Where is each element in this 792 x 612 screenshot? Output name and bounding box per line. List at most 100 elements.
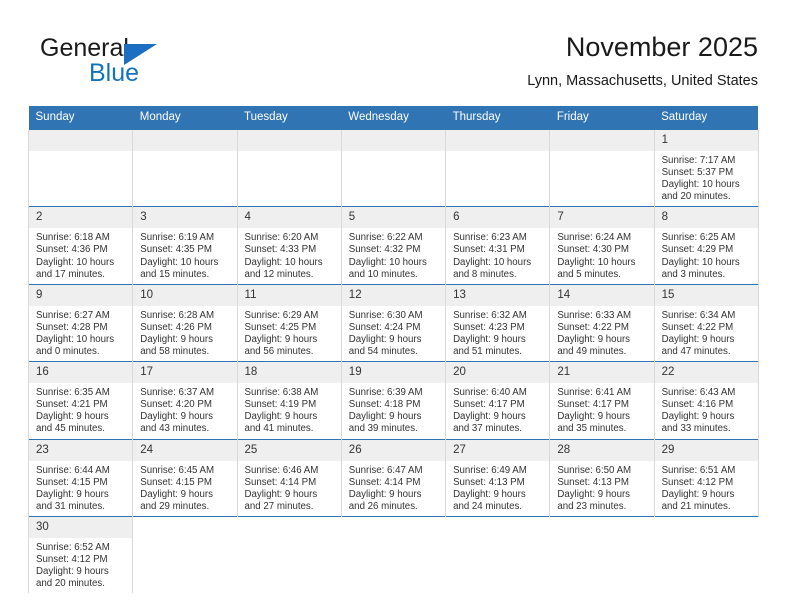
day-detail-line: Daylight: 9 hours: [661, 333, 735, 345]
day-detail-line: Sunrise: 6:37 AM: [140, 387, 215, 399]
day-number: 2: [29, 207, 133, 229]
day-number: 30: [29, 516, 133, 538]
day-detail-line: and 29 minutes.: [140, 500, 210, 512]
day-number: 6: [446, 207, 550, 229]
day-detail-line: Daylight: 9 hours: [140, 333, 213, 345]
day-number-empty: [341, 517, 445, 538]
day-detail-line: Sunrise: 6:51 AM: [661, 464, 736, 476]
day-detail-lines: [446, 151, 549, 158]
calendar-day-cell-4[interactable]: 4 Sunrise: 6:20 AM Sunset: 4:33 PM Daylight…: [236, 206, 342, 285]
calendar-day-cell-24[interactable]: 24 Sunrise: 6:45 AM Sunset: 4:15 PM Dayligh…: [132, 438, 238, 517]
day-detail-line: Sunset: 4:29 PM: [661, 244, 734, 256]
general-blue-logo[interactable]: General Blue: [34, 34, 244, 92]
day-detail-line: Sunrise: 6:41 AM: [557, 387, 632, 399]
calendar-day-cell-29[interactable]: 29 Sunrise: 6:51 AM Sunset: 4:12 PM Dayligh…: [653, 438, 759, 517]
page-title: November 2025: [565, 32, 758, 62]
day-number: 20: [446, 362, 550, 384]
day-number: 12: [341, 284, 446, 306]
day-detail-lines: Sunrise: 6:50 AM Sunset: 4:13 PM Daylight:…: [550, 461, 653, 516]
calendar-day-cell-28[interactable]: 28 Sunrise: 6:50 AM Sunset: 4:13 PM Dayligh…: [549, 438, 655, 517]
day-detail-lines: Sunrise: 6:29 AM Sunset: 4:25 PM Daylight:…: [238, 306, 341, 361]
calendar-day-cell-3[interactable]: 3 Sunrise: 6:19 AM Sunset: 4:35 PM Daylight…: [132, 206, 238, 285]
day-detail-line: Daylight: 10 hours: [36, 333, 115, 345]
day-detail-lines: [341, 538, 445, 545]
page-subtitle: Lynn, Massachusetts, United States: [527, 73, 758, 89]
day-number: 10: [133, 284, 237, 306]
calendar-day-cell-15[interactable]: 15 Sunrise: 6:34 AM Sunset: 4:22 PM Dayligh…: [653, 283, 759, 362]
calendar-day-cell-23[interactable]: 23 Sunrise: 6:44 AM Sunset: 4:15 PM Dayligh…: [27, 438, 134, 517]
day-detail-line: Sunrise: 6:34 AM: [661, 309, 736, 321]
day-detail-line: Sunrise: 6:52 AM: [36, 541, 110, 553]
calendar-day-cell-empty: [549, 130, 655, 207]
day-number-empty: [29, 130, 133, 151]
day-detail-line: and 12 minutes.: [244, 268, 314, 280]
day-detail-lines: Sunrise: 6:22 AM Sunset: 4:32 PM Daylight:…: [342, 228, 445, 283]
calendar-day-cell-20[interactable]: 20 Sunrise: 6:40 AM Sunset: 4:17 PM Dayligh…: [445, 361, 551, 439]
calendar-day-cell-17[interactable]: 17 Sunrise: 6:37 AM Sunset: 4:20 PM Dayligh…: [132, 361, 238, 439]
day-detail-lines: Sunrise: 6:19 AM Sunset: 4:35 PM Daylight:…: [133, 228, 236, 283]
day-number: 8: [654, 207, 758, 229]
day-detail-lines: Sunrise: 6:46 AM Sunset: 4:14 PM Daylight:…: [238, 461, 341, 516]
calendar-day-cell-18[interactable]: 18 Sunrise: 6:38 AM Sunset: 4:19 PM Dayligh…: [236, 361, 342, 439]
day-number: 13: [446, 284, 550, 306]
day-detail-line: Daylight: 9 hours: [453, 488, 526, 500]
day-detail-line: Sunrise: 6:33 AM: [557, 309, 632, 321]
day-number-empty: [446, 130, 550, 151]
day-detail-line: and 23 minutes.: [557, 500, 627, 512]
day-detail-line: Sunset: 4:21 PM: [36, 399, 108, 411]
logo-text-general: General: [40, 34, 129, 62]
day-detail-line: Sunrise: 6:19 AM: [140, 232, 215, 244]
day-number: 27: [446, 439, 550, 461]
calendar-day-cell-21[interactable]: 21 Sunrise: 6:41 AM Sunset: 4:17 PM Dayligh…: [549, 361, 655, 439]
weekday-header-monday: Monday: [132, 106, 238, 130]
day-detail-lines: [446, 538, 550, 545]
calendar-day-cell-12[interactable]: 12 Sunrise: 6:30 AM Sunset: 4:24 PM Dayligh…: [340, 283, 447, 362]
calendar-day-cell-7[interactable]: 7 Sunrise: 6:24 AM Sunset: 4:30 PM Daylight…: [549, 206, 655, 285]
day-detail-line: Sunset: 4:15 PM: [140, 476, 212, 488]
day-number: 9: [29, 284, 133, 306]
calendar-day-cell-empty: [340, 130, 447, 207]
calendar-day-cell-5[interactable]: 5 Sunrise: 6:22 AM Sunset: 4:32 PM Daylight…: [340, 206, 447, 285]
day-detail-line: Daylight: 9 hours: [36, 411, 109, 423]
calendar-day-cell-11[interactable]: 11 Sunrise: 6:29 AM Sunset: 4:25 PM Dayligh…: [236, 283, 342, 362]
calendar-day-cell-8[interactable]: 8 Sunrise: 6:25 AM Sunset: 4:29 PM Daylight…: [653, 206, 759, 285]
day-number-empty: [237, 517, 341, 538]
day-detail-line: Daylight: 9 hours: [661, 411, 735, 423]
calendar-day-cell-22[interactable]: 22 Sunrise: 6:43 AM Sunset: 4:16 PM Dayligh…: [653, 361, 759, 439]
day-number: 17: [133, 362, 237, 384]
calendar-day-cell-9[interactable]: 9 Sunrise: 6:27 AM Sunset: 4:28 PM Daylight…: [27, 283, 134, 362]
day-number: 25: [237, 439, 341, 461]
day-detail-line: and 21 minutes.: [661, 500, 731, 512]
day-detail-lines: Sunrise: 7:17 AM Sunset: 5:37 PM Daylight:…: [655, 151, 758, 206]
day-detail-line: and 33 minutes.: [661, 423, 731, 435]
day-detail-line: Sunset: 4:31 PM: [453, 244, 525, 256]
calendar-day-cell-27[interactable]: 27 Sunrise: 6:49 AM Sunset: 4:13 PM Dayligh…: [445, 438, 551, 517]
day-detail-line: Sunset: 4:30 PM: [557, 244, 629, 256]
calendar-day-cell-16[interactable]: 16 Sunrise: 6:35 AM Sunset: 4:21 PM Dayligh…: [27, 361, 134, 439]
calendar-day-cell-26[interactable]: 26 Sunrise: 6:47 AM Sunset: 4:14 PM Dayligh…: [340, 438, 447, 517]
day-detail-lines: Sunrise: 6:23 AM Sunset: 4:31 PM Daylight:…: [446, 228, 549, 283]
calendar-day-cell-6[interactable]: 6 Sunrise: 6:23 AM Sunset: 4:31 PM Daylight…: [445, 206, 551, 285]
calendar-day-cell-1[interactable]: 1 Sunrise: 7:17 AM Sunset: 5:37 PM Daylight…: [653, 130, 759, 207]
calendar-day-cell-2[interactable]: 2 Sunrise: 6:18 AM Sunset: 4:36 PM Daylight…: [27, 206, 134, 285]
calendar-day-cell-10[interactable]: 10 Sunrise: 6:28 AM Sunset: 4:26 PM Dayligh…: [132, 283, 238, 362]
calendar-day-cell-30[interactable]: 30 Sunrise: 6:52 AM Sunset: 4:12 PM Dayligh…: [27, 515, 134, 594]
calendar-day-cell-13[interactable]: 13 Sunrise: 6:32 AM Sunset: 4:23 PM Dayligh…: [445, 283, 551, 362]
day-detail-line: Sunset: 4:32 PM: [348, 244, 421, 256]
calendar-day-cell-empty: [654, 515, 759, 594]
day-number: 7: [550, 207, 654, 229]
day-detail-line: Daylight: 9 hours: [348, 411, 422, 423]
calendar-day-cell-empty: [445, 515, 550, 594]
day-detail-line: and 47 minutes.: [661, 346, 731, 358]
day-detail-lines: Sunrise: 6:27 AM Sunset: 4:28 PM Daylight:…: [29, 306, 132, 361]
day-detail-line: and 49 minutes.: [557, 346, 627, 358]
calendar-day-cell-14[interactable]: 14 Sunrise: 6:33 AM Sunset: 4:22 PM Dayligh…: [549, 283, 655, 362]
day-number: 18: [237, 362, 341, 384]
day-detail-line: Sunrise: 6:25 AM: [661, 232, 736, 244]
day-detail-line: and 56 minutes.: [244, 346, 314, 358]
calendar-day-cell-25[interactable]: 25 Sunrise: 6:46 AM Sunset: 4:14 PM Dayligh…: [236, 438, 342, 517]
day-detail-line: Daylight: 9 hours: [140, 411, 213, 423]
calendar-day-cell-19[interactable]: 19 Sunrise: 6:39 AM Sunset: 4:18 PM Dayligh…: [340, 361, 447, 439]
day-detail-line: and 0 minutes.: [36, 346, 100, 358]
title-block: November 2025 Lynn, Massachusetts, Unite…: [527, 30, 758, 92]
